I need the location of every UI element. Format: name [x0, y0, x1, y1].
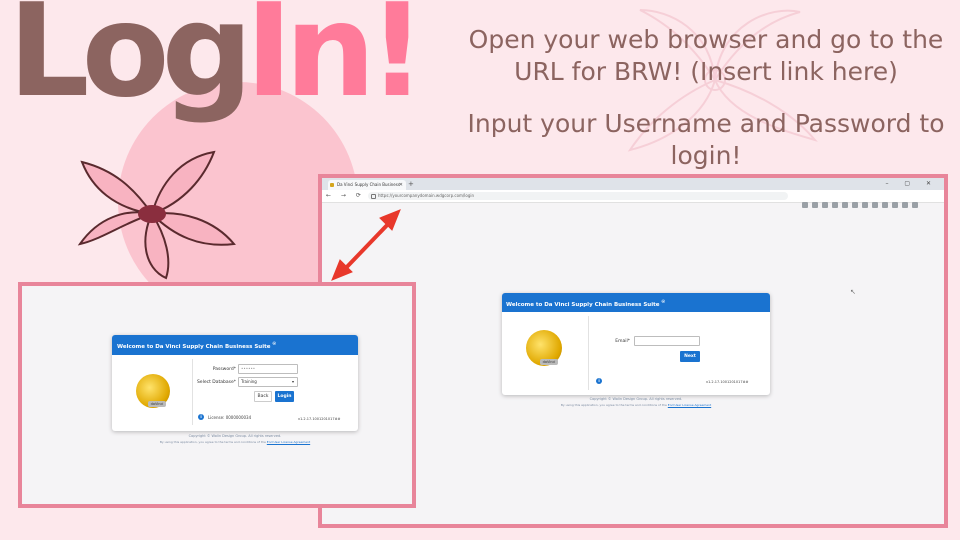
- login-zoom-screenshot: Welcome to Da Vinci Supply Chain Busines…: [18, 282, 416, 508]
- coin-label: daVinci: [540, 359, 558, 365]
- back-button[interactable]: Back: [254, 391, 272, 402]
- license-text: License: 0000000034: [208, 415, 252, 420]
- login-card-email: Welcome to Da Vinci Supply Chain Busines…: [502, 293, 770, 395]
- browser-tab-bar: Da Vinci Supply Chain Business ✕ + – ▢ ✕: [322, 178, 944, 190]
- next-button[interactable]: Next: [680, 351, 700, 362]
- address-bar[interactable]: https://yourcompanydomain.wdgcorp.com/lo…: [368, 192, 788, 200]
- email-field[interactable]: [634, 336, 700, 346]
- favicon-icon: [330, 183, 334, 187]
- version-text: v1.2.17.1001201017##: [298, 417, 341, 421]
- window-controls[interactable]: – ▢ ✕: [885, 179, 938, 189]
- card-divider: [192, 359, 193, 425]
- arrow-icon: [331, 209, 401, 281]
- terms-prefix: By using this application, you agree to …: [159, 440, 266, 444]
- card-divider: [588, 316, 589, 390]
- database-value: Training: [241, 379, 257, 384]
- terms-text: By using this application, you agree to …: [482, 403, 790, 407]
- copyright-text: Copyright © Wolin Design Group. All righ…: [589, 397, 683, 401]
- tab-title: Da Vinci Supply Chain Business: [337, 182, 400, 187]
- extension-icons[interactable]: [802, 193, 922, 212]
- card-heading-text: Welcome to Da Vinci Supply Chain Busines…: [506, 301, 660, 308]
- info-icon[interactable]: i: [596, 378, 602, 384]
- card-heading-text: Welcome to Da Vinci Supply Chain Busines…: [117, 343, 271, 350]
- flower-icon: [77, 150, 236, 280]
- tab-close-icon[interactable]: ✕: [399, 180, 403, 190]
- page-title: LogIn!: [8, 0, 426, 126]
- database-label: Select Database*: [196, 380, 236, 385]
- lock-icon: [371, 194, 376, 199]
- chevron-down-icon: ▾: [291, 379, 294, 384]
- instruction-open-browser: Open your web browser and go to the URL …: [468, 25, 944, 86]
- title-log: Log: [8, 0, 253, 126]
- database-select[interactable]: Training ▾: [238, 377, 298, 387]
- eula-link[interactable]: End User License Agreement: [668, 403, 711, 407]
- eula-link[interactable]: End User License Agreement: [267, 440, 310, 444]
- instruction-input-credentials: Input your Username and Password to logi…: [467, 109, 945, 170]
- card-heading: Welcome to Da Vinci Supply Chain Busines…: [112, 335, 358, 355]
- copyright-text: Copyright © Wolin Design Group. All righ…: [188, 434, 282, 438]
- password-label: Password*: [212, 367, 236, 372]
- terms-prefix: By using this application, you agree to …: [560, 403, 667, 407]
- terms-text: By using this application, you agree to …: [92, 440, 378, 444]
- url-text: https://yourcompanydomain.wdgcorp.com/lo…: [378, 193, 475, 198]
- login-button[interactable]: Login: [275, 391, 294, 402]
- version-text: v1.2.17.1001201017##: [706, 380, 749, 384]
- email-label: Email*: [615, 339, 630, 344]
- new-tab-icon[interactable]: +: [408, 179, 414, 189]
- card-heading: Welcome to Da Vinci Supply Chain Busines…: [502, 293, 770, 312]
- browser-tab[interactable]: Da Vinci Supply Chain Business ✕: [328, 180, 406, 190]
- password-field[interactable]: ••••••: [238, 364, 298, 374]
- title-in: In!: [245, 0, 426, 126]
- cursor-icon: ↖: [850, 288, 856, 296]
- info-icon[interactable]: i: [198, 414, 204, 420]
- coin-label: daVinci: [148, 401, 166, 407]
- login-card-password: Welcome to Da Vinci Supply Chain Busines…: [112, 335, 358, 431]
